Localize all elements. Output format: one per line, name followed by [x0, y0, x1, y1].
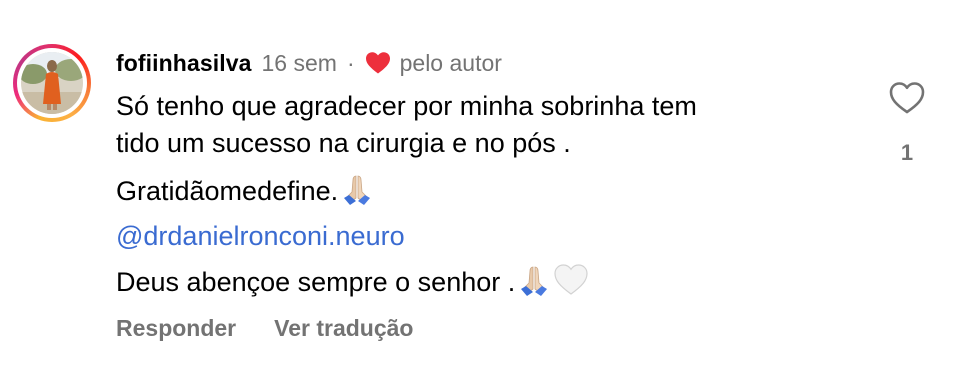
username[interactable]: fofiinhasilva [116, 50, 252, 77]
comment-header: fofiinhasilva 16 sem · pelo autor [116, 46, 502, 80]
comment-text-line-1: Só tenho que agradecer por minha sobrinh… [116, 91, 697, 121]
heart-outline-icon[interactable] [888, 80, 926, 116]
avatar-photo [21, 52, 83, 114]
liked-by-author-label: pelo autor [399, 49, 502, 76]
timestamp: 16 sem [261, 49, 337, 76]
red-heart-icon [365, 51, 391, 75]
comment: fofiinhasilva 16 sem · pelo autor Só ten… [0, 0, 968, 374]
like-count: 1 [900, 140, 914, 165]
comment-text-line-3: Gratidãomedefine. [116, 172, 374, 209]
comment-text-line-2: tido um sucesso na cirurgia e no pós . [116, 128, 571, 158]
avatar[interactable] [13, 44, 91, 122]
separator-dot: · [346, 49, 355, 76]
see-translation-button[interactable]: Ver tradução [274, 315, 413, 342]
white-heart-emoji [553, 263, 589, 297]
mention-link[interactable]: @drdanielronconi.neuro [116, 218, 405, 254]
hashtag-text: Gratidãomedefine. [116, 176, 339, 206]
reply-button[interactable]: Responder [116, 315, 236, 342]
blessing-text: Deus abençoe sempre o senhor . [116, 267, 516, 297]
avatar-ring-gap [17, 48, 87, 118]
comment-text-line-5: Deus abençoe sempre o senhor . [116, 263, 589, 300]
folded-hands-emoji [340, 172, 374, 206]
folded-hands-emoji [517, 263, 551, 297]
comment-actions: Responder Ver tradução [116, 315, 413, 342]
